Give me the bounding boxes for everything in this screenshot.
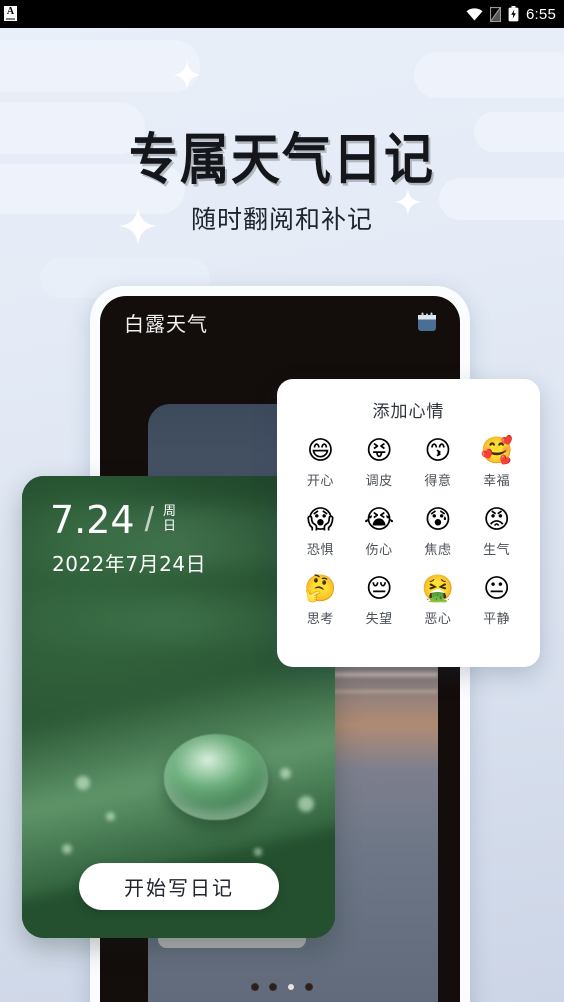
page-dot[interactable] <box>288 984 294 990</box>
mood-item-label: 思考 <box>306 611 334 626</box>
mood-panel: 添加心情 😄 开心 😝 调皮 😙 得意 🥰 幸福 😱 恐惧 😭 伤心 😰 焦虑 😡 生气 🤔 思考 😔 失望 🤮 恶心 😐 平… <box>277 379 540 667</box>
mood-emoji-icon: 🥰 <box>480 436 513 466</box>
mood-emoji-icon: 😔 <box>365 574 393 604</box>
a-badge-icon: A <box>4 5 17 21</box>
mood-item-生气[interactable]: 😡 生气 <box>467 505 526 558</box>
battery-charging-icon <box>508 6 519 22</box>
mood-item-调皮[interactable]: 😝 调皮 <box>350 436 409 489</box>
page-title: 专属天气日记 <box>128 128 435 193</box>
mood-emoji-icon: 🤔 <box>304 574 337 604</box>
app-bar-title: 白露天气 <box>124 313 208 336</box>
diary-date-full: 2022年7月24日 <box>52 552 207 576</box>
mood-item-label: 生气 <box>483 542 511 557</box>
diary-weekday-line2: 日 <box>163 518 178 533</box>
status-bar-right: 6:55 <box>466 6 556 23</box>
start-diary-button[interactable]: 开始写日记 <box>79 863 279 910</box>
diary-date-row: 7.24 / 周 日 <box>50 500 178 540</box>
diary-weekday: 周 日 <box>162 500 178 533</box>
mood-emoji-icon: 😰 <box>424 505 452 535</box>
diary-weekday-line1: 周 <box>163 503 178 518</box>
page-dot[interactable] <box>306 984 312 990</box>
app-bar: 白露天气 <box>100 296 460 348</box>
clock-text: 6:55 <box>526 5 556 23</box>
mood-item-平静[interactable]: 😐 平静 <box>467 574 526 627</box>
mood-item-label: 调皮 <box>365 473 393 488</box>
mood-item-焦虑[interactable]: 😰 焦虑 <box>409 505 468 558</box>
sparkle-icon <box>172 60 202 90</box>
mood-item-伤心[interactable]: 😭 伤心 <box>350 505 409 558</box>
mood-item-开心[interactable]: 😄 开心 <box>291 436 350 489</box>
mood-item-失望[interactable]: 😔 失望 <box>350 574 409 627</box>
mood-grid: 😄 开心 😝 调皮 😙 得意 🥰 幸福 😱 恐惧 😭 伤心 😰 焦虑 😡 生气 🤔 思考 😔 失望 🤮 恶心 😐 平静 <box>291 436 526 627</box>
mood-emoji-icon: 😐 <box>483 574 511 604</box>
mood-emoji-icon: 😙 <box>424 436 452 466</box>
mood-item-label: 得意 <box>424 473 452 488</box>
mood-item-label: 伤心 <box>365 542 393 557</box>
promo-screen: 专属天气日记 随时翻阅和补记 白露天气 7.24 / 周 日 2022年7月24… <box>0 28 564 1002</box>
diary-date-short: 7.24 <box>50 498 135 542</box>
calendar-icon[interactable] <box>416 311 438 333</box>
mood-panel-title: 添加心情 <box>372 402 445 421</box>
mood-item-恶心[interactable]: 🤮 恶心 <box>409 574 468 627</box>
diary-date-separator: / <box>144 501 155 539</box>
page-dot[interactable] <box>252 984 258 990</box>
mood-emoji-icon: 😭 <box>363 505 395 535</box>
cloud-decoration <box>414 52 564 98</box>
mood-item-label: 恐惧 <box>306 542 334 557</box>
mood-emoji-icon: 😝 <box>365 436 393 466</box>
mood-item-label: 恶心 <box>424 611 452 626</box>
mood-item-label: 幸福 <box>483 473 511 488</box>
sim-off-icon <box>490 6 501 22</box>
mood-emoji-icon: 🤮 <box>421 574 455 604</box>
mood-item-幸福[interactable]: 🥰 幸福 <box>467 436 526 489</box>
page-indicator <box>0 984 564 990</box>
page-dot[interactable] <box>270 984 276 990</box>
water-droplet <box>164 734 268 820</box>
mood-item-思考[interactable]: 🤔 思考 <box>291 574 350 627</box>
status-bar-left: A <box>4 5 17 22</box>
mood-emoji-icon: 😡 <box>483 505 511 535</box>
mood-emoji-icon: 😄 <box>306 436 334 466</box>
page-subtitle: 随时翻阅和补记 <box>190 206 373 234</box>
status-bar: A 6:55 <box>0 0 564 28</box>
mood-emoji-icon: 😱 <box>306 505 334 535</box>
mood-item-label: 失望 <box>365 611 393 626</box>
cloud-decoration <box>0 40 200 92</box>
mood-item-label: 焦虑 <box>424 542 452 557</box>
mood-item-label: 平静 <box>483 611 511 626</box>
mood-item-得意[interactable]: 😙 得意 <box>409 436 468 489</box>
mood-item-恐惧[interactable]: 😱 恐惧 <box>291 505 350 558</box>
mood-item-label: 开心 <box>306 473 334 488</box>
wifi-icon <box>466 7 483 21</box>
